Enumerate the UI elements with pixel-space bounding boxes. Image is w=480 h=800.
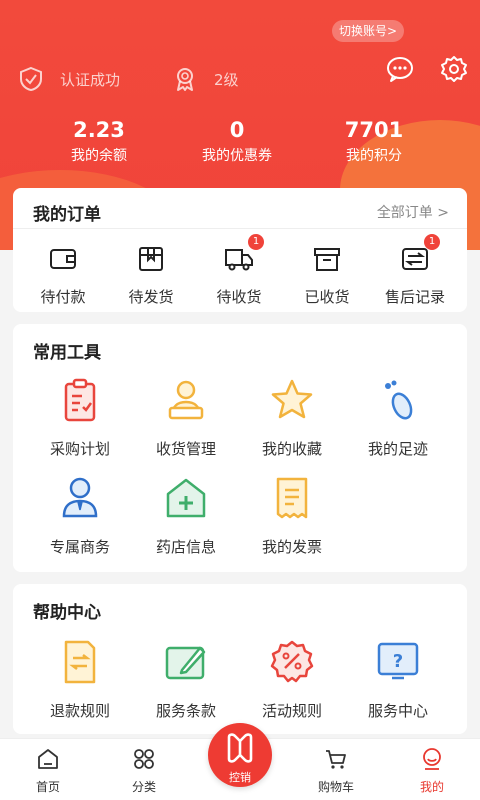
order-received[interactable]: 已收货 — [287, 244, 367, 307]
tab-label: 购物车 — [317, 780, 354, 794]
points-label: 我的积分 — [346, 148, 402, 164]
footprint-icon — [385, 380, 413, 420]
tools-card: 常用工具 采购计划 收货管理 我的收藏 我的足迹 专属商务 药店信息 我的发票 — [13, 324, 467, 572]
package-icon — [139, 247, 163, 271]
orders-title: 我的订单 — [33, 205, 101, 225]
points-stat[interactable]: 7701 我的积分 — [324, 118, 424, 166]
badge-count: 1 — [248, 234, 264, 250]
help-service-center[interactable]: ? 服务中心 — [345, 638, 451, 721]
wallet-icon — [50, 249, 76, 269]
tool-purchase-plan[interactable]: 采购计划 — [27, 376, 133, 459]
receiver-icon — [168, 380, 204, 420]
badge-count: 1 — [424, 234, 440, 250]
tool-receipt-management[interactable]: 收货管理 — [133, 376, 239, 459]
control-sales-button[interactable]: 控销 — [208, 723, 272, 787]
order-item-label: 待收货 — [216, 288, 262, 306]
member-level: 2级 — [172, 66, 239, 92]
category-icon — [134, 749, 154, 769]
control-sales-label: 控销 — [229, 771, 251, 784]
shield-check-icon — [20, 66, 42, 92]
all-orders-link[interactable]: 全部订单 > — [377, 202, 449, 222]
tools-title: 常用工具 — [33, 343, 101, 363]
help-label: 服务条款 — [155, 702, 216, 720]
help-refund-rules[interactable]: 退款规则 — [27, 638, 133, 721]
settings-gear-icon[interactable] — [440, 55, 468, 83]
tool-label: 药店信息 — [155, 538, 216, 556]
tool-label: 采购计划 — [49, 440, 110, 458]
help-title: 帮助中心 — [33, 603, 101, 623]
medal-icon — [177, 68, 193, 91]
terms-icon — [165, 646, 206, 680]
box-icon — [314, 248, 340, 271]
help-service-terms[interactable]: 服务条款 — [133, 638, 239, 721]
tool-pharmacy-info[interactable]: 药店信息 — [133, 474, 239, 557]
help-label: 活动规则 — [261, 702, 322, 720]
star-icon — [271, 379, 313, 419]
question-icon: ? — [377, 642, 419, 680]
order-pending-shipment[interactable]: 待发货 — [111, 244, 191, 307]
tool-label: 专属商务 — [49, 538, 110, 556]
tab-home[interactable]: 首页 — [0, 747, 96, 795]
verified-label: 认证成功 — [60, 70, 121, 89]
order-item-label: 待付款 — [40, 288, 86, 306]
tool-label: 我的收藏 — [261, 440, 322, 458]
tool-invoices[interactable]: 我的发票 — [239, 474, 345, 557]
truck-icon — [225, 249, 253, 271]
cart-icon — [326, 750, 346, 769]
divider — [13, 228, 467, 229]
clipboard-icon — [64, 378, 96, 422]
help-label: 服务中心 — [367, 702, 428, 720]
exchange-icon — [402, 248, 428, 270]
svg-text:?: ? — [393, 651, 403, 672]
control-sales-icon — [227, 733, 253, 763]
help-card: 帮助中心 退款规则 服务条款 活动规则 ? 服务中心 — [13, 584, 467, 734]
tool-favorites[interactable]: 我的收藏 — [239, 376, 345, 459]
coupon-value: 0 — [229, 118, 245, 142]
order-item-label: 已收货 — [304, 288, 350, 306]
profile-icon — [423, 748, 441, 770]
points-value: 7701 — [344, 118, 404, 142]
order-pending-receipt[interactable]: 1 待收货 — [199, 234, 279, 307]
message-icon[interactable] — [386, 55, 414, 83]
order-after-sales[interactable]: 1 售后记录 — [375, 234, 455, 307]
pharmacy-icon — [166, 478, 206, 518]
order-pending-payment[interactable]: 待付款 — [23, 244, 103, 307]
level-label: 2级 — [214, 70, 239, 89]
tool-label: 我的足迹 — [367, 440, 428, 458]
tool-label: 我的发票 — [261, 538, 322, 556]
verified-status: 认证成功 — [18, 66, 120, 92]
help-label: 退款规则 — [49, 702, 110, 720]
coupon-stat[interactable]: 0 我的优惠券 — [187, 118, 287, 166]
tool-footprints[interactable]: 我的足迹 — [345, 376, 451, 459]
order-item-label: 待发货 — [128, 288, 174, 306]
coupon-label: 我的优惠券 — [202, 148, 272, 164]
order-item-label: 售后记录 — [384, 288, 445, 306]
switch-account-button[interactable]: 切换账号> — [332, 20, 405, 42]
balance-stat[interactable]: 2.23 我的余额 — [49, 118, 149, 166]
tab-label: 我的 — [419, 780, 444, 794]
tab-cart[interactable]: 购物车 — [288, 747, 384, 795]
balance-value: 2.23 — [73, 118, 125, 142]
tab-label: 分类 — [131, 780, 156, 794]
invoice-icon — [276, 477, 308, 519]
refund-doc-icon — [64, 640, 96, 684]
tab-mine[interactable]: 我的 — [384, 747, 480, 795]
home-icon — [38, 749, 58, 769]
tool-exclusive-business[interactable]: 专属商务 — [27, 474, 133, 557]
business-person-icon — [62, 477, 98, 518]
tab-category[interactable]: 分类 — [96, 747, 192, 795]
discount-icon — [270, 640, 314, 683]
tab-label: 首页 — [35, 780, 60, 794]
orders-card: 我的订单 全部订单 > 待付款 待发货 1 待收货 已收货 1 售后记录 — [13, 188, 467, 312]
tool-label: 收货管理 — [155, 440, 216, 458]
help-activity-rules[interactable]: 活动规则 — [239, 638, 345, 721]
balance-label: 我的余额 — [71, 148, 127, 164]
